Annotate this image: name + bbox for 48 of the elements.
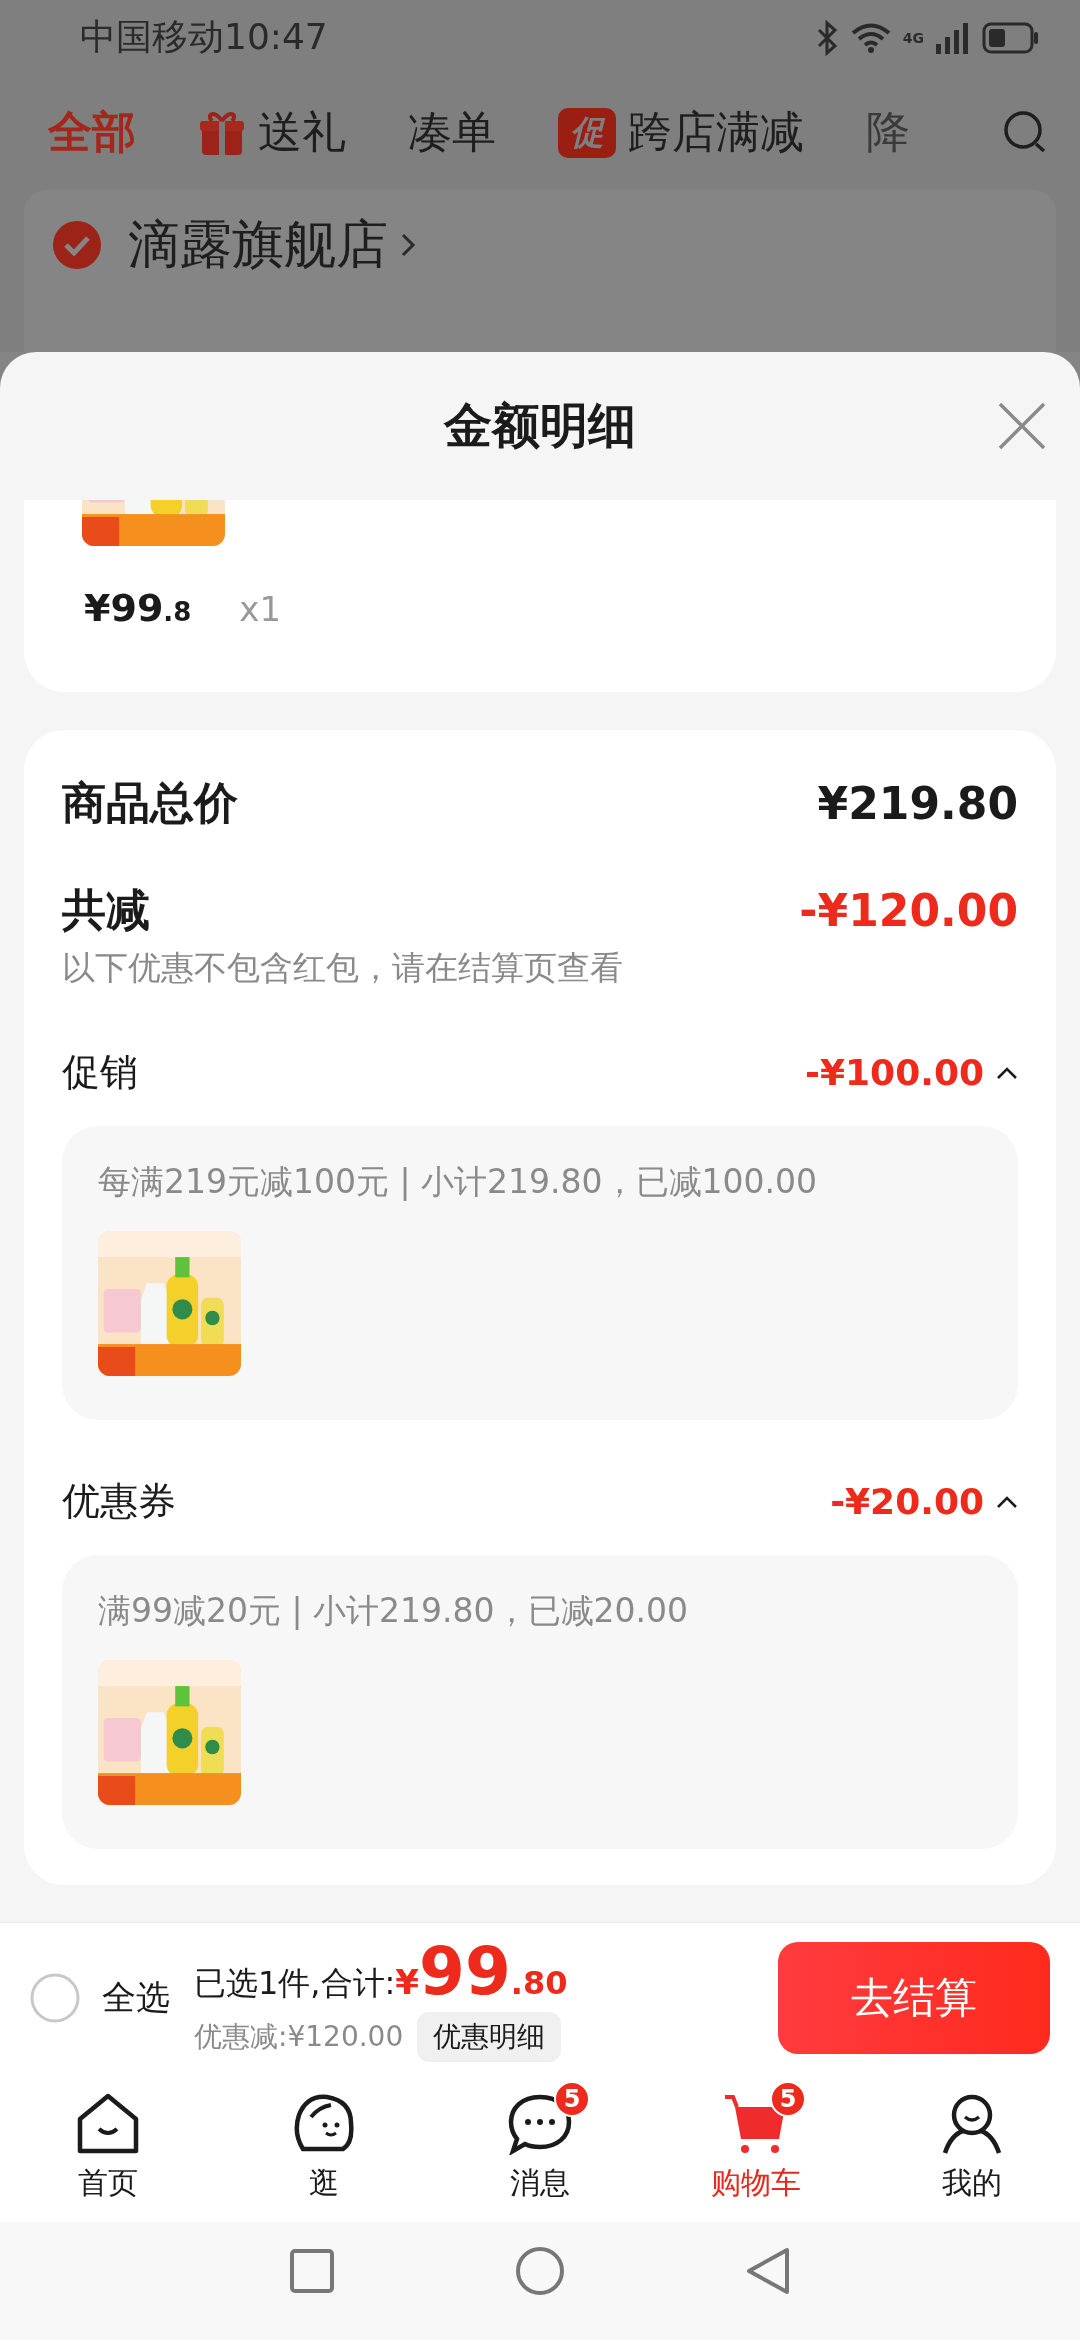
count-badge: 5: [554, 2080, 590, 2117]
selected-count: 已选1件,合计:: [194, 1963, 396, 2004]
checkbox-checked-icon[interactable]: [52, 220, 102, 270]
promo-badge: 促: [558, 107, 616, 158]
discount-label: 共减: [62, 883, 150, 937]
close-icon[interactable]: [998, 402, 1046, 450]
select-all-label[interactable]: 全选: [102, 1974, 170, 2021]
count-badge: 5: [770, 2080, 806, 2117]
wifi-icon: [850, 21, 891, 54]
total-discount: -¥120.00: [799, 885, 1018, 936]
nav-tab[interactable]: 逛: [309, 2162, 339, 2204]
recents-icon[interactable]: [289, 2248, 335, 2294]
total-price: ¥219.80: [817, 778, 1018, 829]
checkout-button[interactable]: 去结算: [778, 1941, 1050, 2054]
caret-icon[interactable]: [996, 1494, 1018, 1509]
home-button-icon[interactable]: [515, 2246, 565, 2296]
checkbox-icon[interactable]: [30, 1972, 80, 2023]
signal-icon: [936, 21, 970, 54]
battery-icon: [982, 21, 1040, 54]
discount-type-label: 优惠券: [62, 1478, 176, 1525]
store-name[interactable]: 滴露旗舰店: [128, 210, 388, 280]
nav-tab[interactable]: 消息: [510, 2162, 570, 2204]
category-tab[interactable]: 送礼: [258, 103, 346, 162]
sheet-title: 金额明细: [444, 396, 636, 455]
category-tab[interactable]: 跨店满减: [628, 103, 804, 162]
nav-tab[interactable]: 我的: [942, 2162, 1002, 2204]
nav-tab[interactable]: 购物车: [711, 2162, 801, 2204]
discount-amount: -¥100.00: [805, 1052, 984, 1093]
discount-rule: 每满219元减100元 | 小计219.80，已减100.00: [98, 1161, 818, 1203]
chevron-icon: [400, 232, 416, 258]
discount-rule: 满99减20元 | 小计219.80，已减20.00: [98, 1590, 690, 1632]
total-label: 商品总价: [62, 776, 238, 830]
carrier-time: 中国移动10:47: [80, 15, 328, 59]
home-icon: [75, 2092, 141, 2155]
discount-details-button[interactable]: 优惠明细: [417, 2012, 562, 2062]
caret-icon[interactable]: [996, 1065, 1018, 1080]
discount-amount: -¥20.00: [830, 1481, 984, 1522]
item-quantity: x1: [239, 589, 282, 629]
network-type: 4G: [902, 30, 924, 45]
item-price: ¥99.8: [84, 586, 192, 630]
category-tab[interactable]: 凑单: [408, 103, 496, 162]
discount-note: 以下优惠不包含红包，请在结算页查看: [62, 947, 624, 989]
discount-total: 优惠减:¥120.00: [194, 2019, 404, 2055]
total-amount: ¥99.80: [395, 1933, 568, 2010]
nav-tab[interactable]: 首页: [78, 2162, 138, 2204]
discount-type-label: 促销: [62, 1049, 138, 1096]
category-tab[interactable]: 降: [866, 103, 910, 162]
back-icon[interactable]: [745, 2246, 791, 2296]
